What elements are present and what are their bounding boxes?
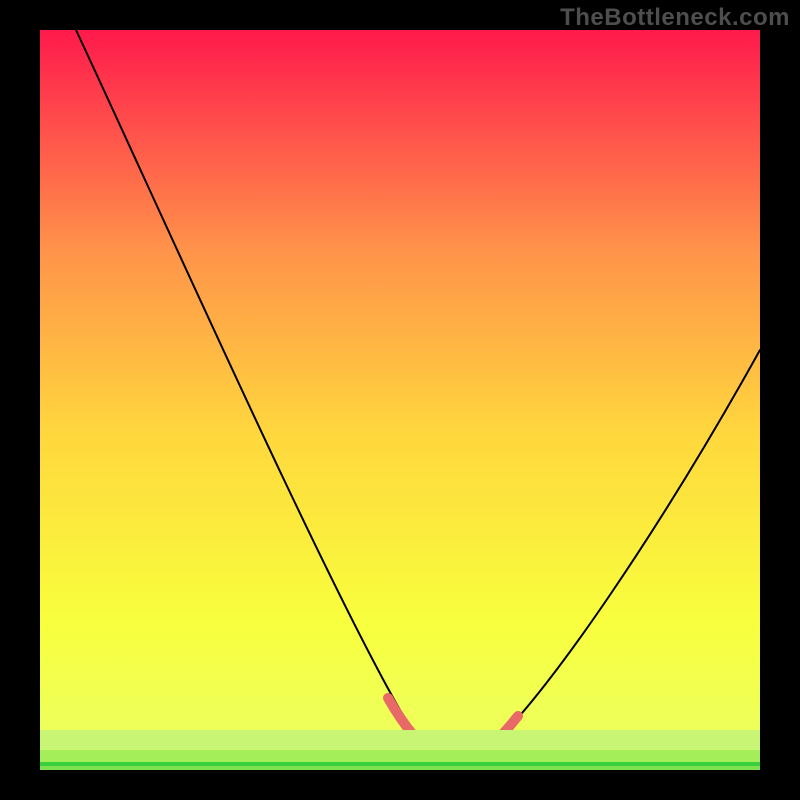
gradient-background bbox=[40, 30, 760, 770]
watermark-text: TheBottleneck.com bbox=[560, 4, 790, 32]
plot-area bbox=[40, 30, 760, 770]
chart-svg bbox=[40, 30, 760, 770]
chart-frame: TheBottleneck.com bbox=[0, 0, 800, 800]
